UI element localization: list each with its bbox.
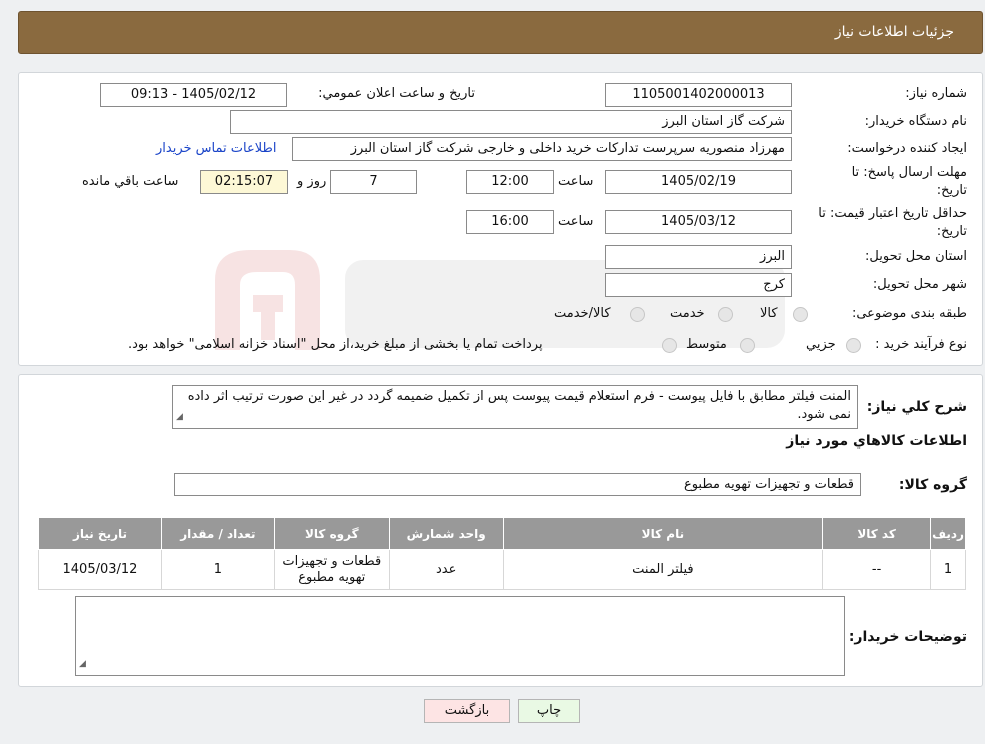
province-field: البرز [605, 245, 792, 269]
resize-grip-icon[interactable]: ◢ [79, 655, 86, 673]
province-label: استان محل تحويل: [865, 249, 967, 264]
validity-label-date: تاريخ: [936, 224, 967, 239]
process-radio-medium[interactable] [740, 338, 755, 353]
days-label: روز و [297, 174, 327, 189]
col-header-quantity: تعداد / مقدار [160, 517, 275, 550]
category-radio-service[interactable] [718, 307, 733, 322]
col-header-name: نام کالا [502, 517, 824, 550]
cell-row-number: 1 [930, 549, 966, 590]
table-row: 1 -- فيلتر المنت عدد قطعات و تجهيزات تهو… [38, 549, 966, 590]
city-field: کرج [605, 273, 792, 297]
cell-date: 1405/03/12 [38, 549, 162, 590]
validity-time-field: 16:00 [466, 210, 554, 234]
days-field: 7 [330, 170, 417, 194]
page-header: جزئيات اطلاعات نياز [18, 11, 983, 54]
table-header-row: رديف کد کالا نام کالا واحد شمارش گروه کا… [38, 517, 966, 550]
goods-group-label: گروه کالا: [898, 477, 967, 493]
deadline-time-label: ساعت [558, 174, 594, 189]
resize-grip-icon[interactable]: ◢ [176, 408, 183, 426]
cell-name: فيلتر المنت [502, 549, 824, 590]
process-option-medium: متوسط [686, 337, 727, 352]
back-button[interactable]: بازگشت [424, 699, 510, 723]
creator-label: ايجاد کننده درخواست: [847, 141, 967, 156]
col-header-group: گروه کالا [273, 517, 390, 550]
category-option-service: خدمت [670, 306, 705, 321]
col-header-date: تاريخ نياز [38, 517, 162, 550]
cell-group: قطعات و تجهيزات تهويه مطبوع [273, 549, 390, 590]
validity-label: حداقل تاريخ اعتبار قيمت: تا [818, 206, 967, 221]
deadline-label-date: تاريخ: [936, 183, 967, 198]
buyer-org-label: نام دستگاه خريدار: [864, 114, 967, 129]
col-header-unit: واحد شمارش [388, 517, 504, 550]
cell-unit: عدد [388, 549, 504, 590]
buyer-org-field: شرکت گاز استان البرز [230, 110, 792, 134]
validity-date-field: 1405/03/12 [605, 210, 792, 234]
deadline-date-field: 1405/02/19 [605, 170, 792, 194]
description-label: شرح کلي نياز: [866, 399, 967, 415]
print-button[interactable]: چاپ [518, 699, 580, 723]
buyer-contact-link[interactable]: اطلاعات تماس خريدار [156, 141, 276, 156]
treasury-note: پرداخت تمام يا بخشی از مبلغ خريد،از محل … [128, 337, 543, 352]
goods-table: رديف کد کالا نام کالا واحد شمارش گروه کا… [38, 517, 966, 590]
cell-quantity: 1 [160, 549, 275, 590]
category-radio-goods-service[interactable] [630, 307, 645, 322]
category-label: طبقه بندی موضوعی: [851, 306, 967, 321]
category-option-goods-service: کالا/خدمت [554, 306, 611, 321]
deadline-time-field: 12:00 [466, 170, 554, 194]
deadline-label: مهلت ارسال پاسخ: تا [851, 165, 967, 180]
goods-group-field: قطعات و تجهيزات تهويه مطبوع [174, 473, 861, 496]
col-header-row-number: رديف [930, 517, 966, 550]
goods-section-title: اطلاعات کالاهاي مورد نياز [786, 433, 967, 449]
city-label: شهر محل تحويل: [872, 277, 967, 292]
buyer-notes-label: توضيحات خريدار: [848, 629, 967, 645]
need-number-field: 1105001402000013 [605, 83, 792, 107]
treasury-checkbox[interactable] [662, 338, 677, 353]
announce-datetime-field: 1405/02/12 - 09:13 [100, 83, 287, 107]
buyer-notes-textarea[interactable]: ◢ [75, 596, 845, 676]
category-radio-goods[interactable] [793, 307, 808, 322]
validity-time-label: ساعت [558, 214, 594, 229]
remaining-label: ساعت باقي مانده [82, 174, 179, 189]
process-radio-minor[interactable] [846, 338, 861, 353]
announce-label: تاريخ و ساعت اعلان عمومي: [318, 86, 475, 101]
creator-field: مهرزاد منصوريه سرپرست تدارکات خريد داخلی… [292, 137, 792, 161]
page-title: جزئيات اطلاعات نياز [834, 24, 954, 40]
process-label: نوع فرآيند خريد : [875, 337, 967, 352]
need-number-label: شماره نياز: [905, 86, 967, 101]
description-text: المنت فیلتر مطابق با فایل پیوست - فرم اس… [187, 389, 851, 422]
description-textarea[interactable]: المنت فیلتر مطابق با فایل پیوست - فرم اس… [172, 385, 858, 429]
remaining-time-field: 02:15:07 [200, 170, 288, 194]
category-option-goods: کالا [760, 306, 778, 321]
col-header-code: کد کالا [822, 517, 932, 550]
cell-code: -- [822, 549, 932, 590]
process-option-minor: جزيي [806, 337, 836, 352]
